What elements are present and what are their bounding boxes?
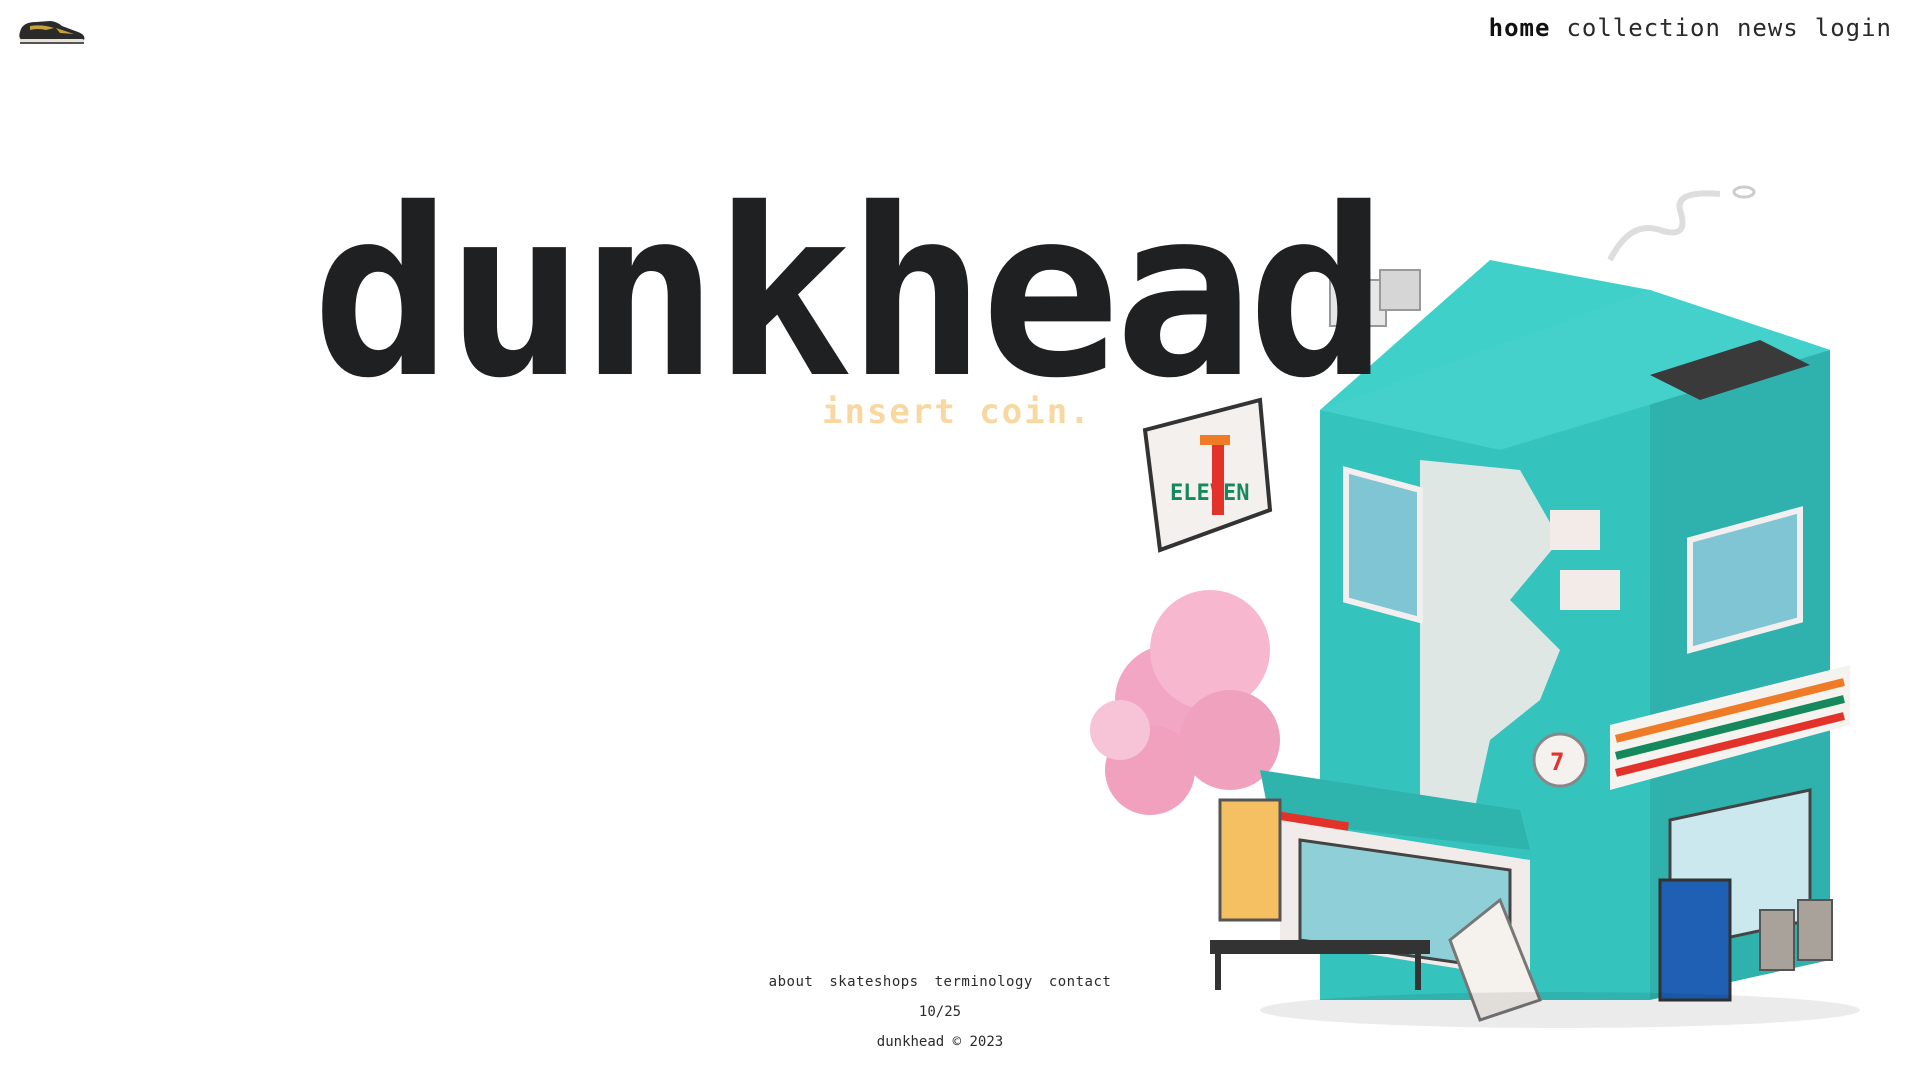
sign-text: ELEVEN — [1170, 481, 1249, 506]
footer-count: 10/25 — [918, 1004, 962, 1020]
footer-link-about[interactable]: about — [769, 974, 814, 990]
hero-tagline: insert coin. — [822, 392, 1092, 432]
footer-link-skateshops[interactable]: skateshops — [829, 974, 918, 990]
page: home collection news login dunkhead inse… — [0, 0, 1920, 1080]
cherry-blossom-tree — [1090, 590, 1280, 815]
nav-login[interactable]: login — [1815, 14, 1892, 42]
main-nav: home collection news login — [1489, 14, 1892, 42]
nav-collection[interactable]: collection — [1566, 14, 1721, 42]
footer: about skateshops terminology contact 10/… — [0, 974, 1920, 1050]
footer-links: about skateshops terminology contact — [0, 974, 1920, 990]
nav-news[interactable]: news — [1737, 14, 1799, 42]
footer-copyright: dunkhead © 2023 — [876, 1034, 1004, 1050]
sneaker-icon[interactable] — [16, 12, 88, 48]
nav-home[interactable]: home — [1489, 14, 1551, 42]
svg-text:7: 7 — [1550, 748, 1564, 776]
hero-title: dunkhead — [312, 159, 1387, 429]
footer-link-contact[interactable]: contact — [1049, 974, 1112, 990]
footer-link-terminology[interactable]: terminology — [935, 974, 1033, 990]
